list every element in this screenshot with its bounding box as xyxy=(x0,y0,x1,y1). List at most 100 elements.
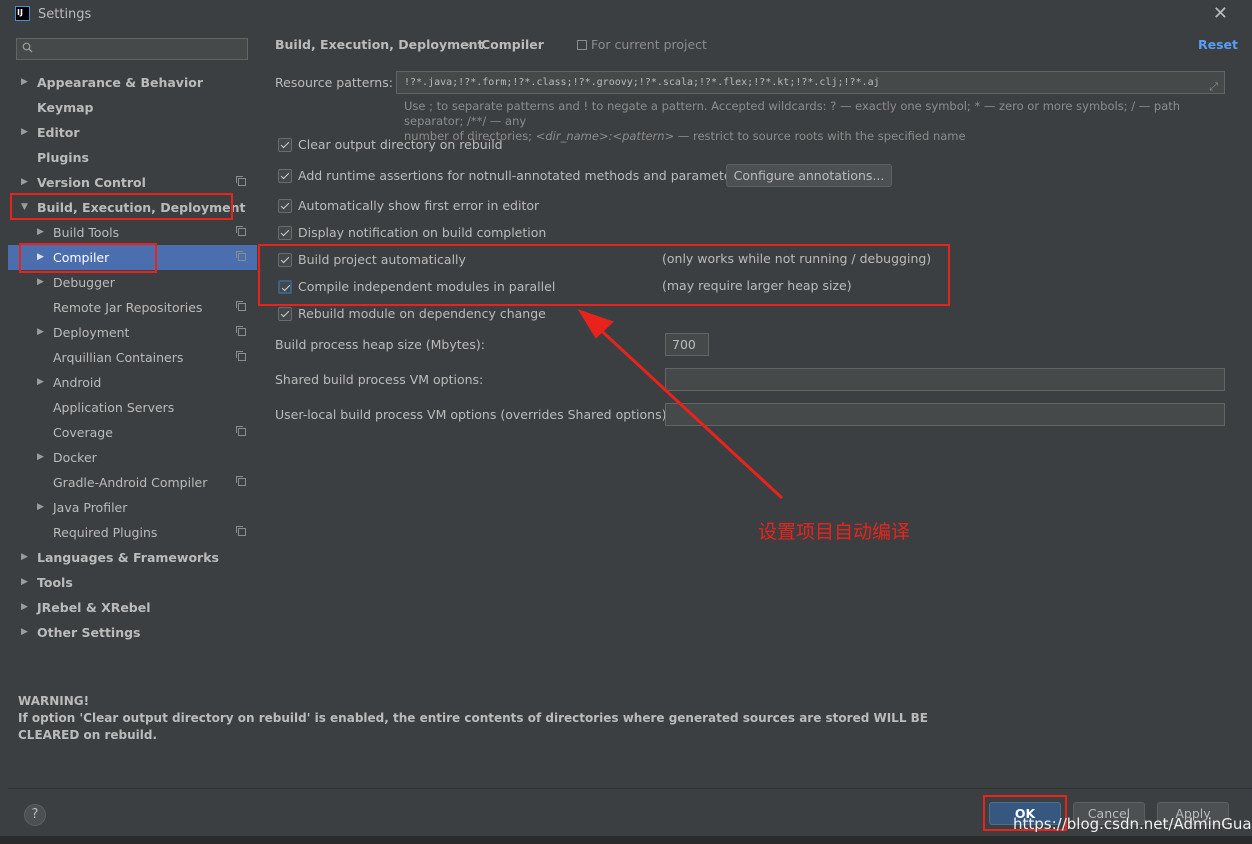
chevron-right-icon[interactable]: ▶ xyxy=(37,320,44,345)
hint-line-1: Use ; to separate patterns and ! to nega… xyxy=(404,99,1181,128)
watermark: https://blog.csdn.net/AdminGuan xyxy=(1013,815,1252,833)
show-first-error-checkbox[interactable] xyxy=(278,199,292,213)
sidebar-item-debugger[interactable]: ▶ Debugger xyxy=(8,270,257,295)
clear-output-checkbox[interactable] xyxy=(278,138,292,152)
warning-block: WARNING! If option 'Clear output directo… xyxy=(18,693,958,744)
user-vm-options-input[interactable] xyxy=(665,403,1225,426)
search-icon xyxy=(22,42,33,53)
sidebar-item-label: Version Control xyxy=(37,175,146,190)
expand-icon[interactable]: ⤢ xyxy=(1209,76,1218,97)
highlight-box-options xyxy=(258,244,950,306)
sidebar-item-label: Other Settings xyxy=(37,625,141,640)
sidebar-item-other-settings[interactable]: ▶ Other Settings xyxy=(8,620,257,645)
copy-icon xyxy=(236,351,246,361)
copy-icon xyxy=(236,476,246,486)
sidebar-item-label: JRebel & XRebel xyxy=(37,600,151,615)
highlight-box-build-execution xyxy=(10,193,233,220)
sidebar-item-label: Application Servers xyxy=(53,400,175,415)
chevron-right-icon[interactable]: ▶ xyxy=(21,595,28,620)
reset-link[interactable]: Reset xyxy=(1198,37,1238,52)
copy-icon xyxy=(236,326,246,336)
compiler-settings-panel: Build, Execution, Deployment › Compiler … xyxy=(257,29,1252,788)
chevron-right-icon[interactable]: ▶ xyxy=(21,620,28,645)
chevron-right-icon[interactable]: ▶ xyxy=(37,445,44,470)
chevron-right-icon[interactable]: ▶ xyxy=(21,545,28,570)
sidebar-item-android[interactable]: ▶ Android xyxy=(8,370,257,395)
resource-patterns-label: Resource patterns: xyxy=(275,75,393,90)
copy-icon xyxy=(236,301,246,311)
sidebar-item-remote-jar-repositories[interactable]: Remote Jar Repositories xyxy=(8,295,257,320)
configure-annotations-button[interactable]: Configure annotations... xyxy=(726,164,892,187)
runtime-assertions-label: Add runtime assertions for notnull-annot… xyxy=(298,168,744,183)
sidebar-item-docker[interactable]: ▶ Docker xyxy=(8,445,257,470)
sidebar-item-label: Debugger xyxy=(53,275,115,290)
chevron-right-icon[interactable]: ▶ xyxy=(37,370,44,395)
sidebar-item-application-servers[interactable]: Application Servers xyxy=(8,395,257,420)
chevron-right-icon[interactable]: ▶ xyxy=(21,170,28,195)
shared-vm-options-label: Shared build process VM options: xyxy=(275,372,484,387)
display-notification-checkbox[interactable] xyxy=(278,226,292,240)
window-title: Settings xyxy=(38,7,92,22)
breadcrumb-current: Compiler xyxy=(481,37,544,52)
heap-size-input[interactable]: 700 xyxy=(665,333,709,356)
sidebar-item-jrebel-xrebel[interactable]: ▶ JRebel & XRebel xyxy=(8,595,257,620)
clear-output-label: Clear output directory on rebuild xyxy=(298,137,503,152)
copy-icon xyxy=(236,426,246,436)
sidebar-item-version-control[interactable]: ▶ Version Control xyxy=(8,170,257,195)
hint-text-end: — restrict to source roots with the spec… xyxy=(674,129,966,143)
sidebar-item-plugins[interactable]: Plugins xyxy=(8,145,257,170)
sidebar-item-build-tools[interactable]: ▶ Build Tools xyxy=(8,220,257,245)
breadcrumb-parent[interactable]: Build, Execution, Deployment xyxy=(275,37,483,52)
sidebar-item-required-plugins[interactable]: Required Plugins xyxy=(8,520,257,545)
sidebar-item-label: Tools xyxy=(37,575,73,590)
hint-pattern-syntax: <dir_name>:<pattern> xyxy=(535,129,675,143)
sidebar-item-label: Arquillian Containers xyxy=(53,350,184,365)
window-bottom-border xyxy=(0,836,1252,844)
chevron-right-icon[interactable]: ▶ xyxy=(21,70,28,95)
sidebar-item-gradle-android-compiler[interactable]: Gradle-Android Compiler xyxy=(8,470,257,495)
chevron-right-icon[interactable]: ▶ xyxy=(21,120,28,145)
sidebar-item-coverage[interactable]: Coverage xyxy=(8,420,257,445)
copy-icon xyxy=(236,251,246,261)
sidebar-item-label: Deployment xyxy=(53,325,130,340)
resource-patterns-value: !?*.java;!?*.form;!?*.class;!?*.groovy;!… xyxy=(404,77,880,88)
chevron-right-icon[interactable]: ▶ xyxy=(21,570,28,595)
title-bar: IJ Settings ✕ xyxy=(0,0,1252,29)
sidebar-item-editor[interactable]: ▶ Editor xyxy=(8,120,257,145)
sidebar-item-label: Plugins xyxy=(37,150,89,165)
sidebar-item-appearance-behavior[interactable]: ▶ Appearance & Behavior xyxy=(8,70,257,95)
sidebar-item-label: Appearance & Behavior xyxy=(37,75,203,90)
user-vm-options-label: User-local build process VM options (ove… xyxy=(275,407,671,422)
sidebar-item-label: Java Profiler xyxy=(53,500,128,515)
sidebar-item-keymap[interactable]: Keymap xyxy=(8,95,257,120)
copy-icon xyxy=(236,176,246,186)
search-input[interactable] xyxy=(16,38,248,60)
sidebar-item-label: Required Plugins xyxy=(53,525,158,540)
sidebar-item-languages-frameworks[interactable]: ▶ Languages & Frameworks xyxy=(8,545,257,570)
settings-sidebar: ▶ Appearance & Behavior Keymap ▶ Editor Plugi… xyxy=(8,29,257,788)
rebuild-module-label: Rebuild module on dependency change xyxy=(298,306,546,321)
chevron-right-icon[interactable]: ▶ xyxy=(37,270,44,295)
chevron-right-icon[interactable]: ▶ xyxy=(37,220,44,245)
resource-patterns-hint: Use ; to separate patterns and ! to nega… xyxy=(404,99,1224,144)
rebuild-module-checkbox[interactable] xyxy=(278,307,292,321)
shared-vm-options-input[interactable] xyxy=(665,368,1225,391)
chevron-right-icon[interactable]: ▶ xyxy=(37,495,44,520)
sidebar-item-label: Gradle-Android Compiler xyxy=(53,475,208,490)
resource-patterns-input[interactable]: !?*.java;!?*.form;!?*.class;!?*.groovy;!… xyxy=(396,71,1225,94)
sidebar-item-label: Docker xyxy=(53,450,97,465)
close-icon[interactable]: ✕ xyxy=(1213,3,1228,24)
display-notification-label: Display notification on build completion xyxy=(298,225,547,240)
sidebar-item-deployment[interactable]: ▶ Deployment xyxy=(8,320,257,345)
sidebar-item-label: Editor xyxy=(37,125,80,140)
sidebar-item-arquillian-containers[interactable]: Arquillian Containers xyxy=(8,345,257,370)
sidebar-item-label: Coverage xyxy=(53,425,113,440)
help-button[interactable]: ? xyxy=(24,804,46,826)
sidebar-item-java-profiler[interactable]: ▶ Java Profiler xyxy=(8,495,257,520)
runtime-assertions-checkbox[interactable] xyxy=(278,169,292,183)
sidebar-item-tools[interactable]: ▶ Tools xyxy=(8,570,257,595)
copy-icon xyxy=(236,526,246,536)
sidebar-item-label: Keymap xyxy=(37,100,94,115)
sidebar-item-label: Android xyxy=(53,375,102,390)
warning-text: If option 'Clear output directory on reb… xyxy=(18,711,928,742)
